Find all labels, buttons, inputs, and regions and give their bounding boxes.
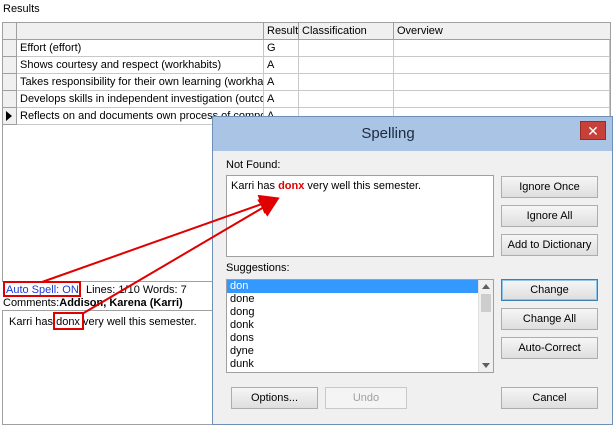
annotation-arrows	[41, 194, 280, 315]
